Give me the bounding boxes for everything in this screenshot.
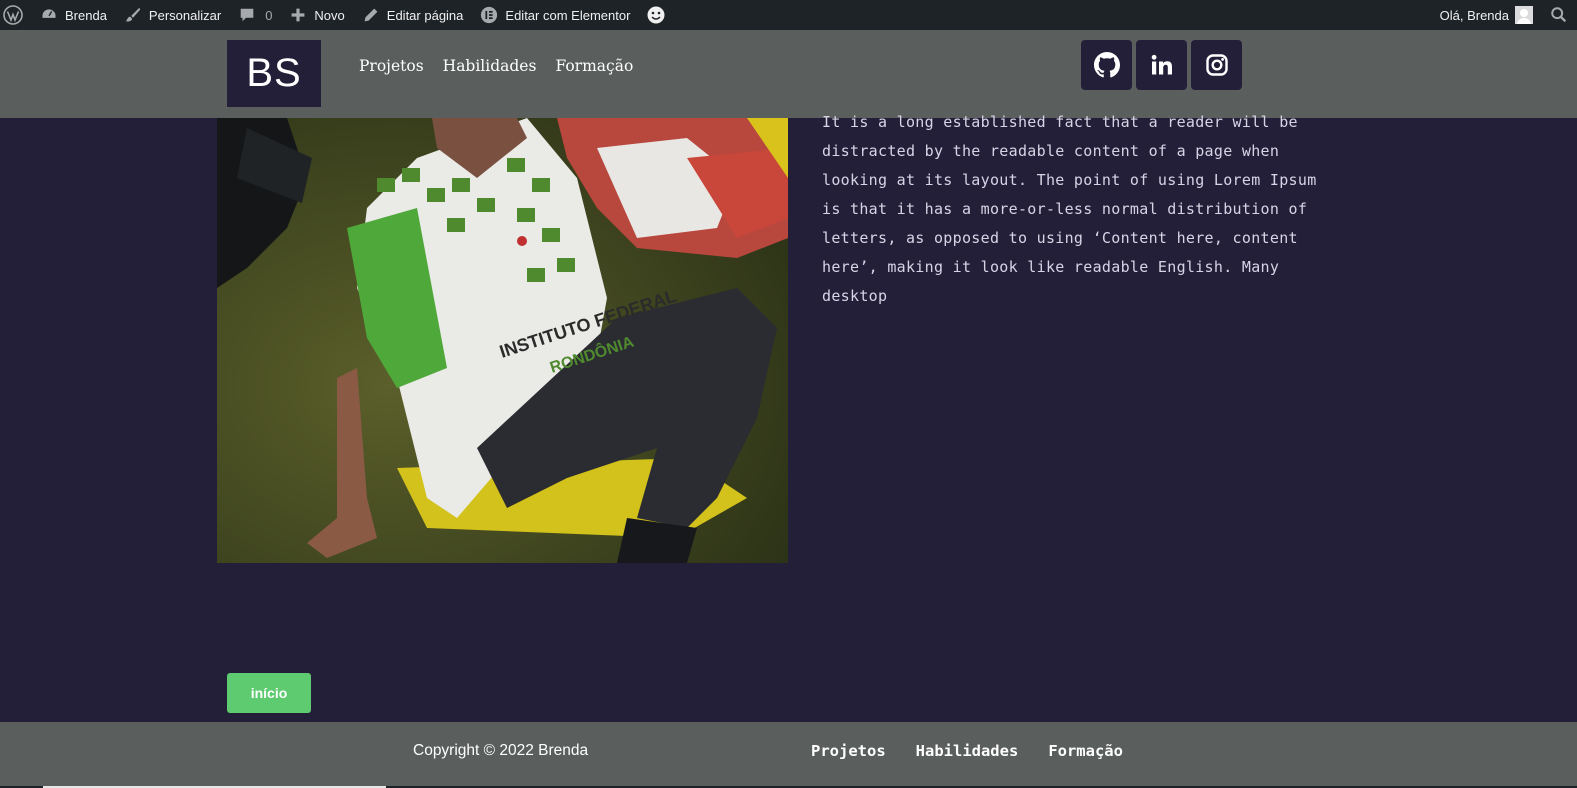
wordpress-icon — [3, 5, 23, 25]
main-nav: Projetos Habilidades Formação — [359, 57, 633, 75]
footer-nav: Projetos Habilidades Formação — [811, 742, 1123, 760]
logo-text: BS — [246, 51, 302, 95]
site-name-label: Brenda — [65, 7, 107, 23]
nav-item-formacao[interactable]: Formação — [555, 57, 633, 75]
admin-search-button[interactable] — [1541, 0, 1577, 30]
inicio-button[interactable]: início — [227, 673, 311, 713]
wp-admin-bar: Brenda Personalizar 0 Novo Editar página… — [0, 0, 1577, 30]
copyright-text: Copyright © 2022 Brenda — [413, 742, 589, 759]
greeting-label: Olá, Brenda — [1439, 7, 1509, 23]
pencil-icon — [361, 5, 381, 25]
my-account-link[interactable]: Olá, Brenda — [1432, 0, 1541, 30]
profile-photo: INSTITUTO FEDERAL RONDÔNIA — [217, 118, 788, 563]
customize-label: Personalizar — [148, 7, 222, 23]
footer-nav-item-formacao[interactable]: Formação — [1048, 742, 1123, 760]
site-name-link[interactable]: Brenda — [31, 0, 115, 30]
instagram-icon — [1205, 54, 1228, 76]
smiley-plugin-icon — [646, 5, 666, 25]
site-header: BS Projetos Habilidades Formação — [0, 30, 1577, 118]
instagram-button[interactable] — [1191, 40, 1242, 90]
search-icon — [1549, 5, 1569, 25]
customize-link[interactable]: Personalizar — [115, 0, 229, 30]
site-logo[interactable]: BS — [227, 40, 321, 107]
linkedin-icon — [1151, 54, 1172, 75]
comments-link[interactable]: 0 — [229, 0, 280, 30]
footer-nav-item-habilidades[interactable]: Habilidades — [916, 742, 1019, 760]
nav-item-projetos[interactable]: Projetos — [359, 57, 424, 75]
wordpress-logo-button[interactable] — [0, 0, 31, 30]
linkedin-button[interactable] — [1136, 40, 1187, 90]
github-icon — [1093, 52, 1120, 78]
edit-elementor-label: Editar com Elementor — [505, 7, 631, 23]
nav-item-habilidades[interactable]: Habilidades — [443, 57, 537, 75]
paintbrush-icon — [123, 5, 143, 25]
plugin-menu-button[interactable] — [638, 0, 680, 30]
site-footer: Copyright © 2022 Brenda Projetos Habilid… — [0, 722, 1577, 788]
comments-count: 0 — [265, 7, 273, 23]
edit-elementor-link[interactable]: Editar com Elementor — [471, 0, 638, 30]
footer-nav-item-projetos[interactable]: Projetos — [811, 742, 886, 760]
comment-icon — [237, 5, 257, 25]
avatar — [1515, 6, 1533, 24]
about-paragraph: It is a long established fact that a rea… — [822, 113, 1317, 305]
plus-icon — [288, 5, 308, 25]
edit-page-label: Editar página — [386, 7, 464, 23]
edit-page-link[interactable]: Editar página — [353, 0, 472, 30]
github-button[interactable] — [1081, 40, 1132, 90]
new-label: Novo — [314, 7, 345, 23]
dashboard-icon — [39, 5, 59, 25]
new-content-link[interactable]: Novo — [280, 0, 352, 30]
elementor-icon — [479, 5, 499, 25]
